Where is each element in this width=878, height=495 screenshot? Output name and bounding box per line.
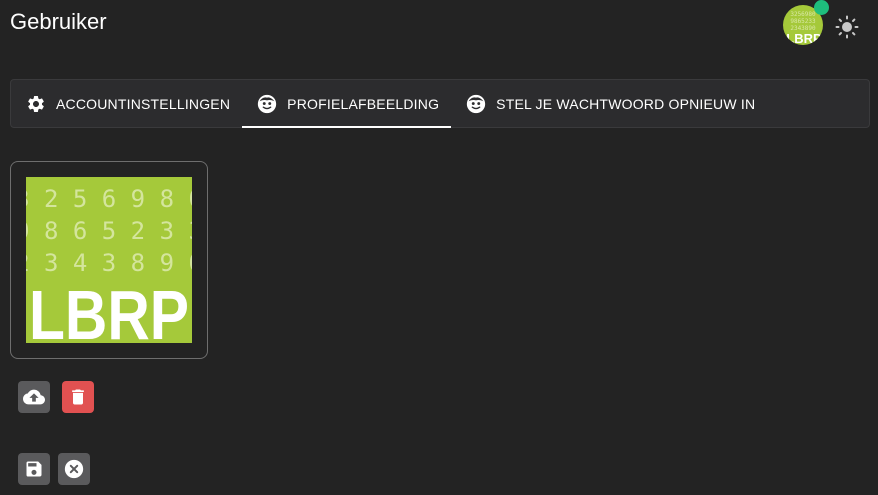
face-icon: [256, 93, 278, 115]
svg-text:2 3 4 3 8 9 0: 2 3 4 3 8 9 0: [26, 249, 192, 277]
profile-picture-card: 3 2 5 6 9 8 0 9 8 6 5 2 3 3 2 3 4 3 8 9 …: [10, 161, 208, 359]
theme-toggle-sun-icon[interactable]: [834, 14, 860, 40]
tab-label: ACCOUNTINSTELLINGEN: [56, 95, 231, 112]
user-avatar[interactable]: 3256980 9865233 2343890 LBRP: [783, 0, 829, 45]
svg-text:9 8 6 5 2 3 3: 9 8 6 5 2 3 3: [26, 217, 192, 245]
save-icon: [26, 461, 42, 477]
trash-icon: [72, 389, 84, 405]
cancel-button[interactable]: [58, 453, 90, 485]
upload-button[interactable]: [18, 381, 50, 413]
settings-tabs: ACCOUNTINSTELLINGEN PROFIELAFBEELDING ST…: [10, 79, 870, 128]
tab-reset-password[interactable]: STEL JE WACHTWOORD OPNIEUW IN: [451, 80, 767, 127]
gear-icon: [25, 93, 47, 115]
face-icon: [465, 93, 487, 115]
tab-profile-picture[interactable]: PROFIELAFBEELDING: [242, 80, 452, 128]
svg-text:3256980: 3256980: [790, 11, 816, 18]
svg-text:LBRP: LBRP: [29, 276, 189, 343]
cloud-upload-icon: [23, 389, 45, 405]
svg-text:3 2 5 6 9 8 0: 3 2 5 6 9 8 0: [26, 185, 192, 213]
tab-label: STEL JE WACHTWOORD OPNIEUW IN: [496, 95, 756, 112]
delete-button[interactable]: [62, 381, 94, 413]
profile-picture: 3 2 5 6 9 8 0 9 8 6 5 2 3 3 2 3 4 3 8 9 …: [26, 177, 192, 343]
page-title: Gebruiker: [10, 9, 107, 34]
svg-text:LBRP: LBRP: [786, 31, 822, 45]
tab-account-settings[interactable]: ACCOUNTINSTELLINGEN: [11, 80, 242, 127]
tab-label: PROFIELAFBEELDING: [287, 95, 440, 112]
svg-text:9865233: 9865233: [790, 18, 816, 25]
close-circle-icon: [64, 459, 84, 479]
online-status-dot: [814, 0, 829, 15]
save-button[interactable]: [18, 453, 50, 485]
